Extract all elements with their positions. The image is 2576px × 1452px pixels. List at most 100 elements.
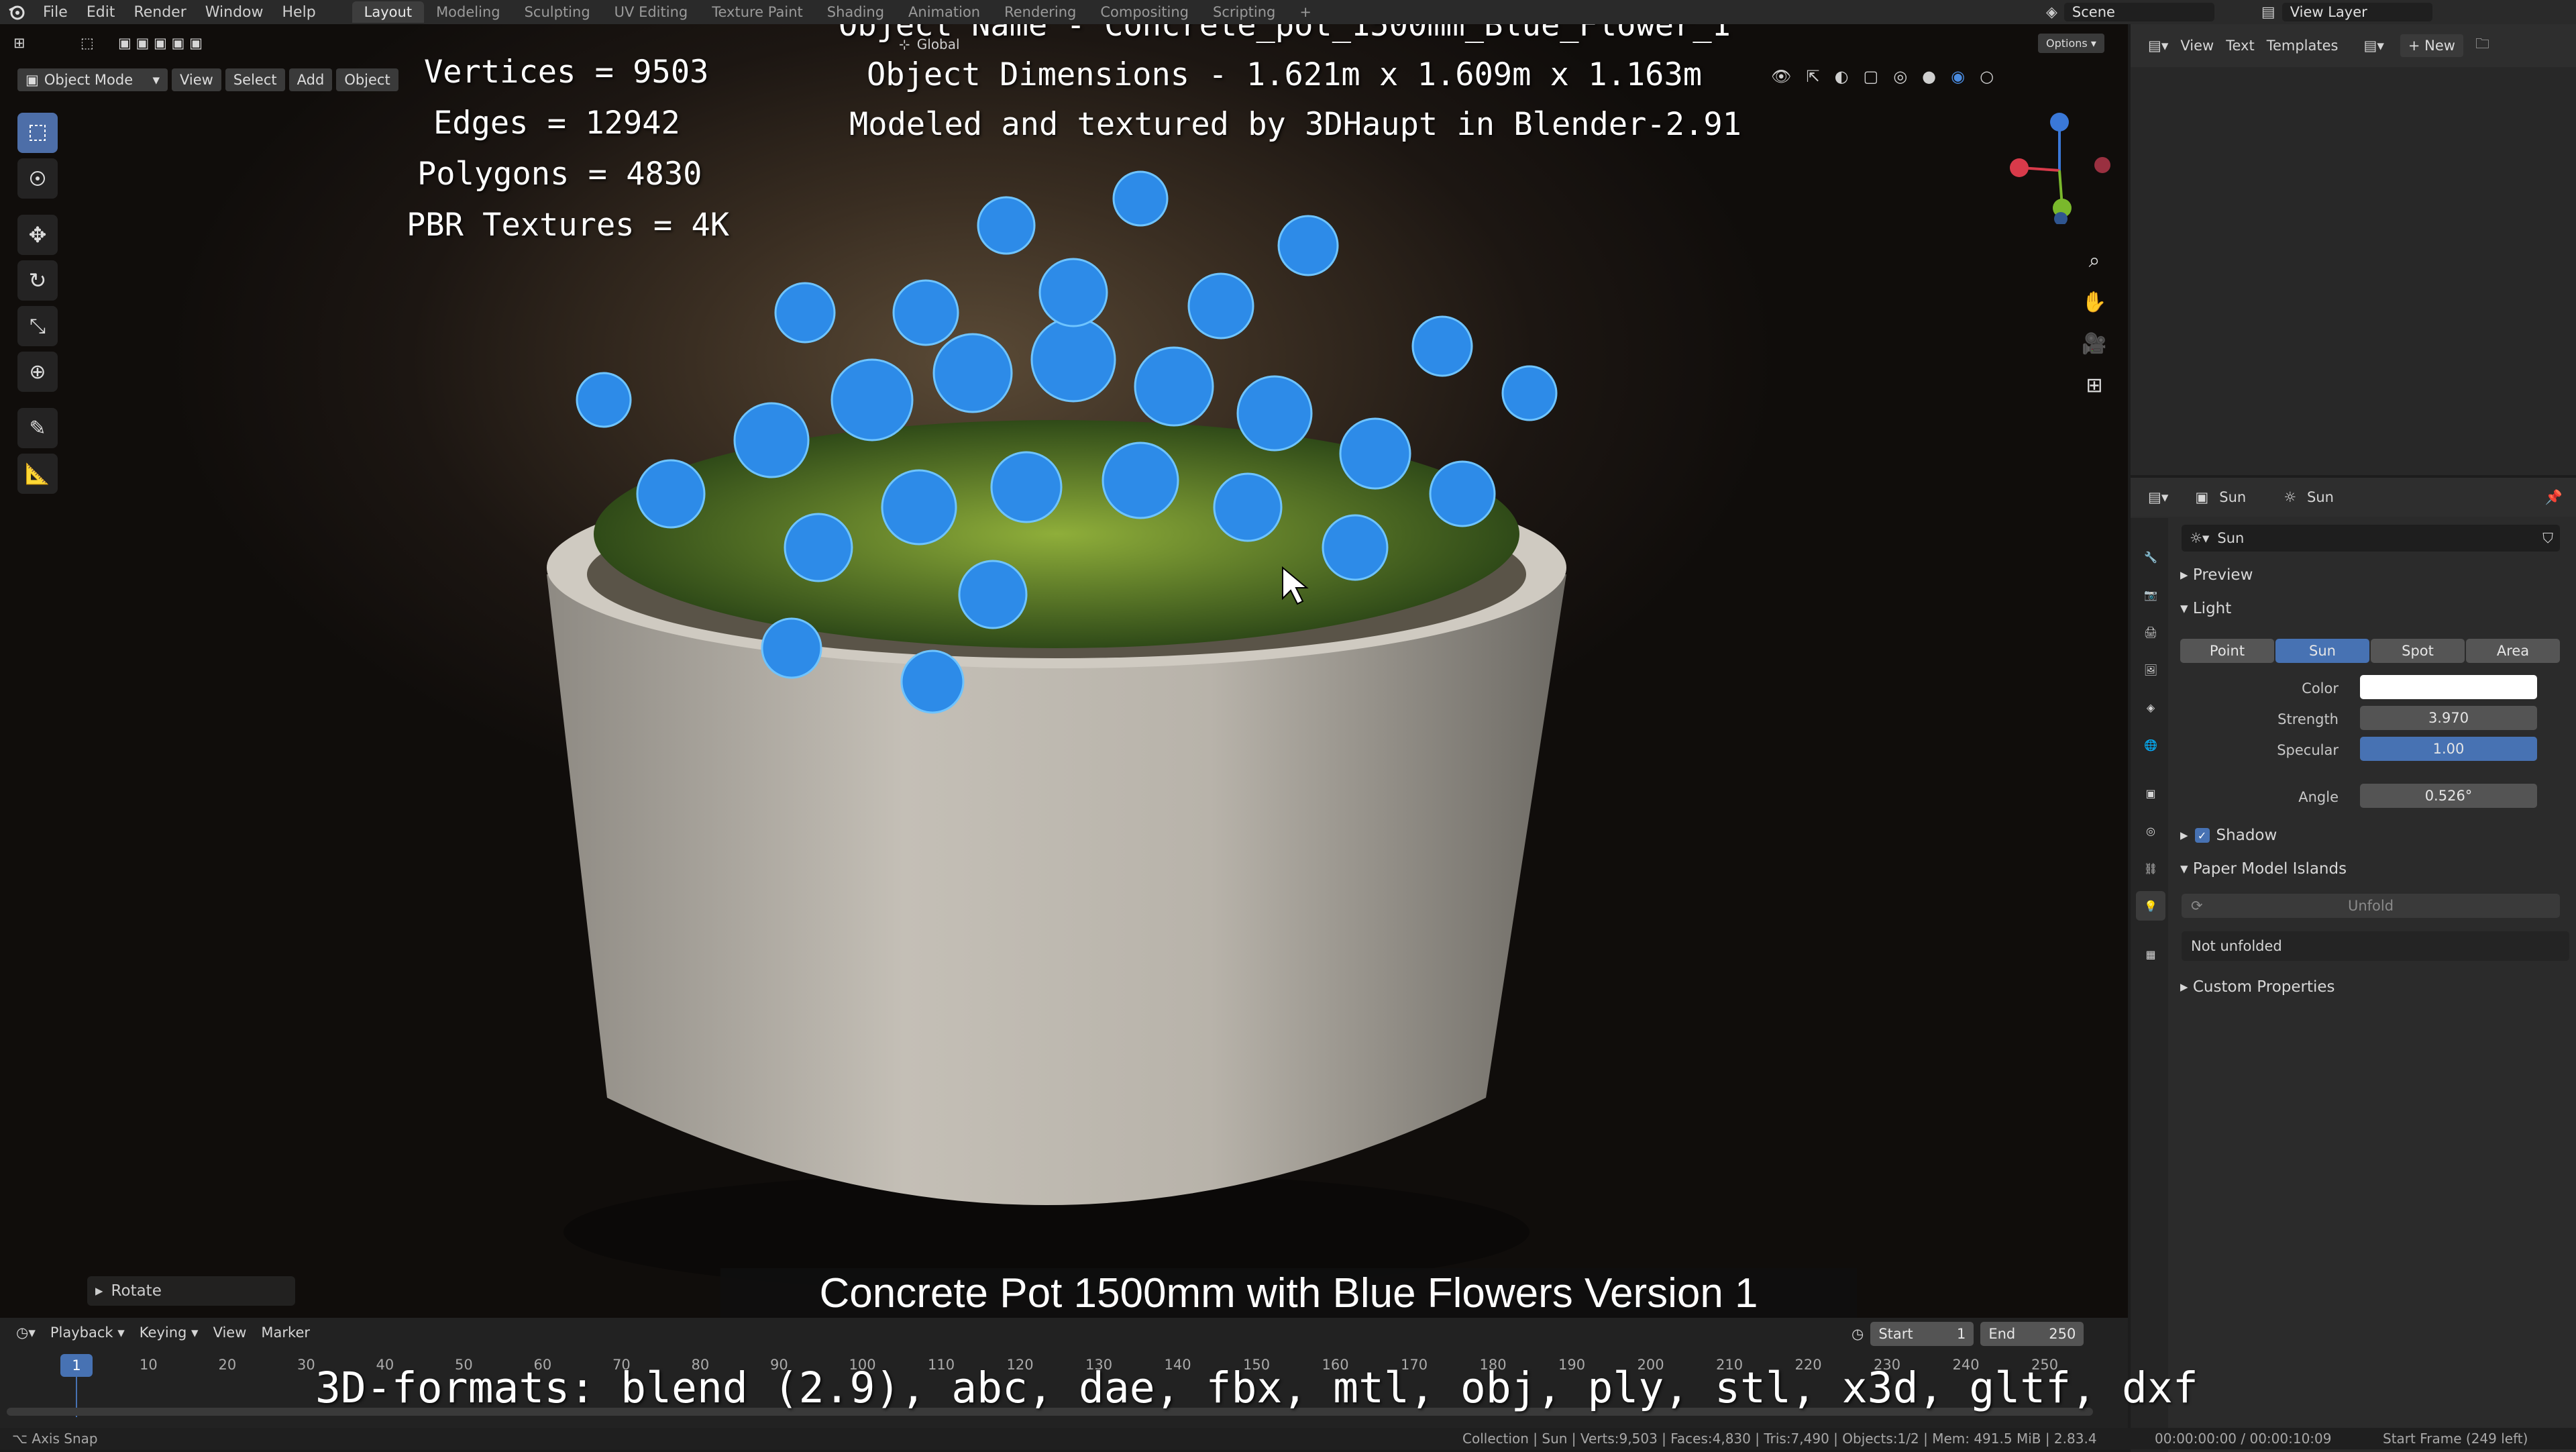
gizmo-icon[interactable]: ⇱ — [1806, 67, 1819, 86]
perspective-grid-icon[interactable]: ⊞ — [2077, 368, 2112, 403]
timeline-menu-view[interactable]: View — [213, 1325, 247, 1341]
angle-field[interactable]: 0.526° — [2360, 784, 2537, 808]
texture-tab-icon[interactable]: ▦ — [2136, 939, 2165, 969]
navigation-gizmo[interactable] — [1999, 110, 2113, 224]
select-mode-icons[interactable]: ▣ ▣ ▣ ▣ ▣ — [118, 35, 232, 51]
open-folder-icon[interactable]: 🗀 — [2475, 34, 2489, 58]
move-tool-icon[interactable]: ✥ — [17, 215, 58, 255]
tab-shading[interactable]: Shading — [815, 1, 896, 23]
tab-texture-paint[interactable]: Texture Paint — [700, 1, 815, 23]
shadow-section-header[interactable]: ▸ ✓ Shadow — [2180, 827, 2277, 844]
axis-snap-hint: ⌥ Axis Snap — [12, 1431, 98, 1447]
tab-modeling[interactable]: Modeling — [424, 1, 513, 23]
annotate-tool-icon[interactable]: ✎ — [17, 408, 58, 448]
menu-edit[interactable]: Edit — [77, 4, 125, 21]
rotate-tool-icon[interactable]: ↻ — [17, 260, 58, 301]
material-shading-icon[interactable]: ◉ — [1951, 67, 1965, 86]
mode-selector[interactable]: ▣ Object Mode ▾ — [17, 68, 168, 91]
blender-logo-icon[interactable] — [0, 3, 34, 21]
new-label: New — [2424, 38, 2455, 54]
last-operator-panel[interactable]: ▸ Rotate — [87, 1276, 295, 1306]
properties-editor-icon[interactable]: ▤▾ — [2148, 489, 2168, 505]
object-tab-icon[interactable]: ▣ — [2136, 778, 2165, 808]
viewport-menu-select[interactable]: Select — [225, 68, 285, 91]
rendered-shading-icon[interactable]: ○ — [1980, 67, 1994, 86]
shadow-checkbox[interactable]: ✓ — [2194, 828, 2210, 843]
preview-section-header[interactable]: ▸ Preview — [2180, 566, 2253, 584]
render-tab-icon[interactable]: 📷 — [2136, 580, 2165, 609]
timeline-menu-keying[interactable]: Keying ▾ — [140, 1325, 199, 1341]
light-type-sun-button[interactable]: Sun — [2275, 639, 2369, 663]
constraints-tab-icon[interactable]: ⛓ — [2136, 853, 2165, 883]
editor-type-icon[interactable]: ◷▾ — [16, 1325, 36, 1341]
light-type-point-button[interactable]: Point — [2180, 639, 2274, 663]
overlay-icon[interactable]: ◐ — [1835, 67, 1849, 86]
tab-rendering[interactable]: Rendering — [992, 1, 1088, 23]
timeline-menu-playback[interactable]: Playback ▾ — [50, 1325, 125, 1341]
add-workspace-button[interactable]: + — [1287, 1, 1324, 23]
menu-render[interactable]: Render — [124, 4, 195, 21]
status-bar: ⌥ Axis Snap Collection | Sun | Verts:9,5… — [0, 1428, 2576, 1449]
view-layer-selector[interactable]: View Layer — [2282, 3, 2432, 21]
select-box-icon[interactable]: ⬚ — [80, 35, 105, 51]
light-section-header[interactable]: ▾ Light — [2180, 600, 2231, 617]
scene-selector[interactable]: Scene — [2063, 3, 2214, 21]
tab-layout[interactable]: Layout — [352, 1, 425, 23]
text-menu-text[interactable]: Text — [2226, 38, 2254, 54]
unfold-button[interactable]: ⟳ Unfold — [2182, 894, 2560, 918]
scene-tab-icon[interactable]: ◈ — [2136, 692, 2165, 722]
world-tab-icon[interactable]: 🌐 — [2136, 730, 2165, 760]
camera-view-icon[interactable]: 🎥 — [2077, 326, 2112, 361]
cursor-tool-icon[interactable] — [17, 158, 58, 199]
measure-tool-icon[interactable]: 📐 — [17, 454, 58, 494]
editor-type-icon[interactable]: ⊞ — [13, 35, 40, 51]
light-type-spot-button[interactable]: Spot — [2371, 639, 2465, 663]
paper-model-section-header[interactable]: ▾ Paper Model Islands — [2180, 860, 2347, 878]
light-datablock-selector[interactable]: ☼▾ Sun ⛉ — [2182, 525, 2560, 552]
tab-uv-editing[interactable]: UV Editing — [602, 1, 700, 23]
tab-animation[interactable]: Animation — [896, 1, 992, 23]
specular-slider[interactable]: 1.00 — [2360, 737, 2537, 761]
viewport-menu-add[interactable]: Add — [288, 68, 333, 91]
shield-icon[interactable]: ⛉ — [2542, 530, 2553, 547]
menu-file[interactable]: File — [34, 4, 77, 21]
viewport-menu-view[interactable]: View — [172, 68, 221, 91]
strength-field[interactable]: 3.970 — [2360, 706, 2537, 730]
output-tab-icon[interactable]: 🖨 — [2136, 617, 2165, 647]
pin-icon[interactable]: 📌 — [2545, 489, 2563, 506]
transform-tool-icon[interactable]: ⊕ — [17, 352, 58, 392]
new-text-button[interactable]: + New — [2400, 34, 2463, 57]
view-layer-tab-icon[interactable]: 🖼 — [2136, 655, 2165, 684]
current-frame-indicator[interactable]: 1 — [60, 1354, 93, 1377]
viewport-menu-object[interactable]: Object — [336, 68, 398, 91]
editor-type-icon[interactable]: ▤▾ — [2148, 38, 2168, 54]
light-data-tab-icon[interactable]: 💡 — [2136, 891, 2165, 921]
text-menu-view[interactable]: View — [2180, 38, 2214, 54]
3d-viewport[interactable]: ⊞ ⬚ ▣ ▣ ▣ ▣ ▣ ▣ Object Mode ▾ View Selec… — [0, 24, 2128, 1318]
timeline-menu-marker[interactable]: Marker — [261, 1325, 310, 1341]
wireframe-shading-icon[interactable]: ◎ — [1893, 67, 1907, 86]
select-tool-icon[interactable] — [17, 113, 58, 153]
end-frame-field[interactable]: End 250 — [1980, 1322, 2084, 1346]
options-button[interactable]: Options ▾ — [2038, 34, 2104, 53]
physics-tab-icon[interactable]: ◎ — [2136, 816, 2165, 845]
tab-scripting[interactable]: Scripting — [1201, 1, 1287, 23]
pan-hand-icon[interactable]: ✋ — [2077, 284, 2112, 319]
tab-sculpting[interactable]: Sculpting — [513, 1, 602, 23]
text-menu-templates[interactable]: Templates — [2267, 38, 2339, 54]
xray-icon[interactable]: ▢ — [1864, 67, 1879, 86]
light-color-swatch[interactable] — [2360, 675, 2537, 699]
tab-compositing[interactable]: Compositing — [1088, 1, 1201, 23]
light-type-area-button[interactable]: Area — [2466, 639, 2560, 663]
tool-tab-icon[interactable]: 🔧 — [2136, 542, 2165, 572]
text-datablock-icon[interactable]: ▤▾ — [2363, 38, 2383, 54]
scale-tool-icon[interactable]: ⤡ — [17, 306, 58, 346]
solid-shading-icon[interactable]: ● — [1922, 67, 1936, 86]
visibility-icon[interactable]: 👁 — [1771, 67, 1791, 86]
menu-help[interactable]: Help — [273, 4, 325, 21]
strength-label: Strength — [2277, 711, 2339, 727]
zoom-icon[interactable]: ⌕ — [2077, 243, 2112, 278]
start-frame-field[interactable]: Start 1 — [1870, 1322, 1974, 1346]
custom-properties-section-header[interactable]: ▸ Custom Properties — [2180, 978, 2335, 996]
menu-window[interactable]: Window — [196, 4, 273, 21]
